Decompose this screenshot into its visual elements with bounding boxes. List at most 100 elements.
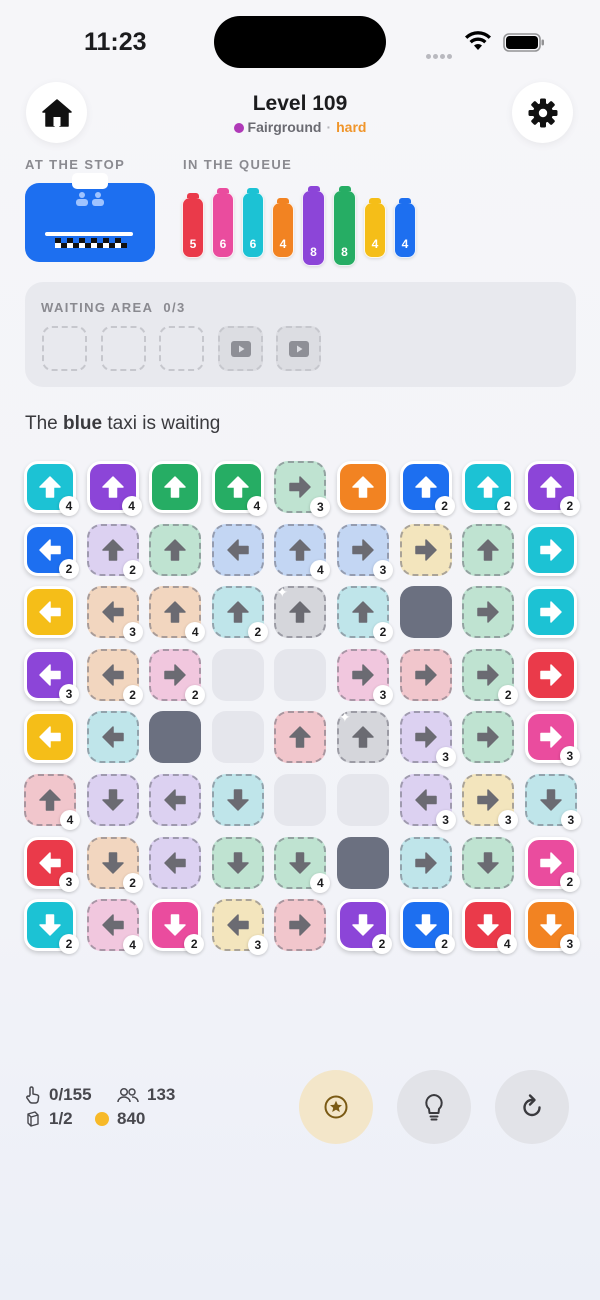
car-pink-right[interactable]: 3 <box>524 711 580 767</box>
hint-button[interactable] <box>397 1070 471 1144</box>
hidden-car-cyan-up[interactable]: 2 <box>337 586 393 643</box>
passenger-count-badge: 2 <box>184 934 205 955</box>
arrow-up-icon <box>101 476 124 498</box>
hidden-car-orange-down[interactable]: 2 <box>86 836 143 893</box>
passenger-count-badge: 2 <box>59 934 79 955</box>
car-purple-left[interactable]: 3 <box>24 648 79 704</box>
arrow-right-icon <box>289 476 312 498</box>
car-red-right[interactable] <box>524 648 577 701</box>
hidden-car-purple-down[interactable] <box>86 774 139 826</box>
waiting-slot[interactable] <box>42 326 87 371</box>
hidden-car-cyan-down[interactable]: 3 <box>524 774 581 830</box>
queue-taxi-pink: 6 <box>212 188 234 258</box>
queue-taxi-blue: 4 <box>394 198 416 258</box>
hidden-car-purple-left[interactable] <box>149 836 202 889</box>
arrow-down-icon <box>477 851 499 874</box>
car-cyan-up[interactable]: 2 <box>462 461 518 516</box>
hidden-car-green-right[interactable] <box>462 711 515 764</box>
hidden-car-gray-up[interactable]: ✦ <box>274 584 327 639</box>
car-blue-left[interactable]: 2 <box>24 523 79 579</box>
hidden-car-yellow-right[interactable]: 3 <box>462 774 519 830</box>
car-purple-up[interactable]: 2 <box>524 461 580 516</box>
queue-taxi-red: 5 <box>182 193 204 258</box>
car-red-left[interactable]: 3 <box>24 836 79 892</box>
arrow-up-icon <box>477 476 499 498</box>
hidden-car-cyan-right[interactable] <box>399 836 452 889</box>
arrow-right-icon <box>477 601 499 623</box>
passenger-count-badge: 2 <box>122 684 143 705</box>
hidden-car-pink-right[interactable]: 3 <box>337 648 393 705</box>
car-purple-down[interactable]: 2 <box>337 899 392 955</box>
hidden-car-blue-up[interactable]: 4 <box>274 523 331 580</box>
passenger-count-badge: 2 <box>185 684 206 705</box>
hidden-car-red-right[interactable] <box>399 648 452 701</box>
car-blue-down[interactable]: 2 <box>399 899 455 955</box>
car-purple-up[interactable]: 4 <box>86 461 142 516</box>
hidden-car-cyan-up[interactable]: 2 <box>211 586 268 643</box>
hidden-car-red-up[interactable] <box>274 711 327 764</box>
hidden-car-green-up[interactable] <box>462 523 515 576</box>
hidden-car-purple-up[interactable]: 2 <box>86 523 143 580</box>
hidden-car-orange-up[interactable]: 4 <box>149 586 206 643</box>
car-yellow-left[interactable] <box>24 586 76 639</box>
passenger-count-badge: 2 <box>434 934 455 955</box>
arrow-up-icon <box>227 601 249 623</box>
hidden-car-yellow-left[interactable]: 3 <box>211 899 268 956</box>
passenger-count-badge: 4 <box>59 496 79 516</box>
arrow-right-icon <box>164 664 186 686</box>
hidden-car-purple-right[interactable]: 3 <box>399 711 456 768</box>
car-green-up[interactable]: 4 <box>211 461 267 516</box>
hidden-car-orange-left[interactable]: 2 <box>86 648 143 705</box>
people-icon <box>117 1087 139 1103</box>
restart-button[interactable] <box>495 1070 569 1144</box>
hidden-car-blue-right[interactable]: 3 <box>337 523 393 580</box>
car-cyan-down[interactable]: 2 <box>24 899 79 955</box>
hidden-car-purple-left[interactable]: 3 <box>399 774 456 830</box>
queue-taxi-orange: 4 <box>272 198 294 258</box>
car-orange-up[interactable] <box>337 461 389 513</box>
hidden-car-red-right[interactable] <box>274 899 327 952</box>
queue-taxi-yellow: 4 <box>364 198 386 258</box>
taxi-at-stop <box>25 173 155 262</box>
car-cyan-up[interactable]: 4 <box>24 461 79 516</box>
hidden-car-yellow-right[interactable] <box>399 523 452 576</box>
hidden-car-green-right[interactable] <box>462 586 515 639</box>
car-red-down[interactable]: 4 <box>462 899 518 955</box>
empty-cell <box>211 648 264 701</box>
hidden-car-cyan-down[interactable] <box>211 774 264 826</box>
queue-taxi-cyan: 6 <box>242 188 264 258</box>
hidden-car-pink-right[interactable]: 2 <box>149 648 206 705</box>
car-green-up[interactable] <box>149 461 202 513</box>
car-pink-right[interactable]: 2 <box>524 836 580 892</box>
waiting-slot-ad[interactable] <box>218 326 263 371</box>
hidden-car-green-right[interactable]: 2 <box>462 648 519 705</box>
hidden-car-green-up[interactable] <box>149 523 202 576</box>
car-pink-down[interactable]: 2 <box>149 899 205 955</box>
passenger-count-badge: 2 <box>59 558 79 579</box>
hidden-car-gray-up[interactable]: ✦ <box>337 709 389 764</box>
car-yellow-left[interactable] <box>24 711 76 764</box>
hidden-car-cyan-left[interactable] <box>86 711 139 764</box>
star-button[interactable] <box>299 1070 373 1144</box>
queue-count: 4 <box>401 237 409 251</box>
hidden-car-purple-left[interactable] <box>149 774 202 826</box>
car-cyan-right[interactable] <box>524 523 577 576</box>
hidden-car-orange-left[interactable]: 3 <box>86 586 143 643</box>
waiting-slot-ad[interactable] <box>276 326 321 371</box>
waiting-slot[interactable] <box>101 326 146 371</box>
hidden-car-green-down[interactable]: 4 <box>274 836 331 893</box>
hidden-car-blue-left[interactable] <box>211 523 264 576</box>
hidden-car-green-down[interactable] <box>211 836 264 889</box>
hidden-car-green-right[interactable]: 3 <box>274 461 331 517</box>
arrow-left-icon <box>39 538 61 561</box>
arrow-left-icon <box>164 789 186 811</box>
hidden-car-pink-left[interactable]: 4 <box>86 899 143 956</box>
car-blue-up[interactable]: 2 <box>399 461 455 516</box>
arrow-left-icon <box>227 538 249 561</box>
waiting-slot[interactable] <box>159 326 204 371</box>
hidden-car-red-up[interactable]: 4 <box>24 774 80 830</box>
car-cyan-right[interactable] <box>524 586 577 639</box>
hidden-car-green-down[interactable] <box>462 836 515 889</box>
packs-value: 1/2 <box>49 1109 73 1128</box>
car-orange-down[interactable]: 3 <box>524 899 580 955</box>
